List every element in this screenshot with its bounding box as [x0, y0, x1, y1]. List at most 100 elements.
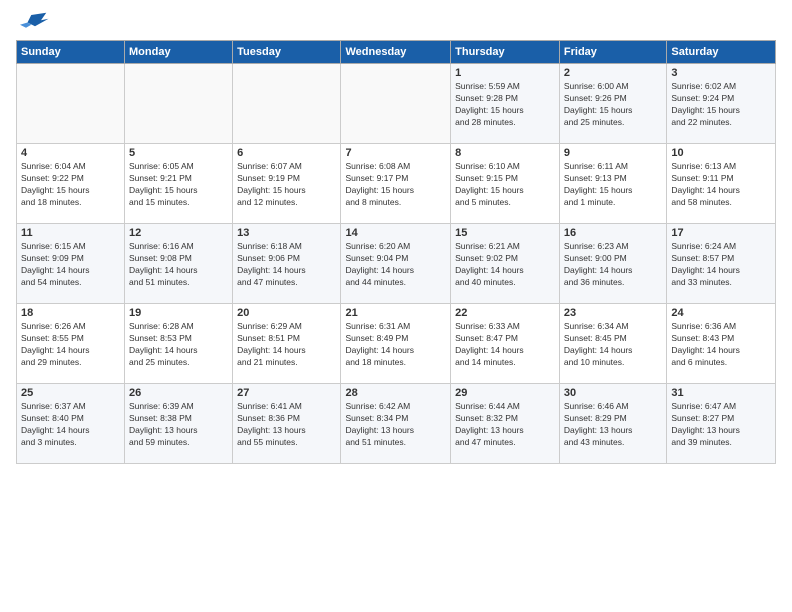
day-number: 30 [564, 387, 662, 399]
day-number: 11 [21, 227, 120, 239]
logo [20, 10, 50, 35]
day-info: Sunrise: 6:05 AMSunset: 9:21 PMDaylight:… [129, 161, 228, 209]
calendar-cell: 29 Sunrise: 6:44 AMSunset: 8:32 PMDayligh… [451, 384, 560, 464]
day-info: Sunrise: 6:20 AMSunset: 9:04 PMDaylight:… [345, 241, 446, 289]
day-info: Sunrise: 6:04 AMSunset: 9:22 PMDaylight:… [21, 161, 120, 209]
day-number: 9 [564, 147, 662, 159]
calendar-cell: 19 Sunrise: 6:28 AMSunset: 8:53 PMDayligh… [125, 304, 233, 384]
day-number: 29 [455, 387, 555, 399]
day-number: 20 [237, 307, 336, 319]
calendar-cell [125, 64, 233, 144]
day-info: Sunrise: 5:59 AMSunset: 9:28 PMDaylight:… [455, 81, 555, 129]
day-info: Sunrise: 6:10 AMSunset: 9:15 PMDaylight:… [455, 161, 555, 209]
calendar-week-0: 1 Sunrise: 5:59 AMSunset: 9:28 PMDaylight… [17, 64, 776, 144]
calendar-cell: 2 Sunrise: 6:00 AMSunset: 9:26 PMDaylight… [559, 64, 666, 144]
calendar-cell: 30 Sunrise: 6:46 AMSunset: 8:29 PMDayligh… [559, 384, 666, 464]
calendar-cell: 7 Sunrise: 6:08 AMSunset: 9:17 PMDaylight… [341, 144, 451, 224]
day-info: Sunrise: 6:46 AMSunset: 8:29 PMDaylight:… [564, 401, 662, 449]
day-number: 6 [237, 147, 336, 159]
day-number: 5 [129, 147, 228, 159]
day-number: 16 [564, 227, 662, 239]
day-info: Sunrise: 6:23 AMSunset: 9:00 PMDaylight:… [564, 241, 662, 289]
day-info: Sunrise: 6:36 AMSunset: 8:43 PMDaylight:… [671, 321, 771, 369]
calendar-cell: 17Sunrise: 6:24 AMSunset: 8:57 PMDayligh… [667, 224, 776, 304]
day-number: 22 [455, 307, 555, 319]
day-number: 13 [237, 227, 336, 239]
calendar-wrapper: SundayMondayTuesdayWednesdayThursdayFrid… [0, 40, 792, 464]
page-header [0, 0, 792, 40]
calendar-week-2: 11 Sunrise: 6:15 AMSunset: 9:09 PMDayligh… [17, 224, 776, 304]
day-info: Sunrise: 6:42 AMSunset: 8:34 PMDaylight:… [345, 401, 446, 449]
day-info: Sunrise: 6:15 AMSunset: 9:09 PMDaylight:… [21, 241, 120, 289]
calendar-cell: 18Sunrise: 6:26 AMSunset: 8:55 PMDayligh… [17, 304, 125, 384]
day-info: Sunrise: 6:34 AMSunset: 8:45 PMDaylight:… [564, 321, 662, 369]
day-number: 7 [345, 147, 446, 159]
calendar-cell [17, 64, 125, 144]
calendar-cell: 27Sunrise: 6:41 AMSunset: 8:36 PMDayligh… [233, 384, 341, 464]
calendar-cell: 9 Sunrise: 6:11 AMSunset: 9:13 PMDaylight… [559, 144, 666, 224]
calendar-cell: 20 Sunrise: 6:29 AMSunset: 8:51 PMDayligh… [233, 304, 341, 384]
col-header-wednesday: Wednesday [341, 41, 451, 64]
day-number: 18 [21, 307, 120, 319]
day-number: 4 [21, 147, 120, 159]
calendar-cell: 8 Sunrise: 6:10 AMSunset: 9:15 PMDaylight… [451, 144, 560, 224]
day-number: 3 [671, 67, 771, 79]
col-header-thursday: Thursday [451, 41, 560, 64]
day-number: 31 [671, 387, 771, 399]
calendar-cell: 10 Sunrise: 6:13 AMSunset: 9:11 PMDayligh… [667, 144, 776, 224]
calendar-table: SundayMondayTuesdayWednesdayThursdayFrid… [16, 40, 776, 464]
day-info: Sunrise: 6:16 AMSunset: 9:08 PMDaylight:… [129, 241, 228, 289]
day-info: Sunrise: 6:08 AMSunset: 9:17 PMDaylight:… [345, 161, 446, 209]
day-number: 14 [345, 227, 446, 239]
day-number: 1 [455, 67, 555, 79]
day-number: 10 [671, 147, 771, 159]
day-info: Sunrise: 6:29 AMSunset: 8:51 PMDaylight:… [237, 321, 336, 369]
calendar-cell: 1 Sunrise: 5:59 AMSunset: 9:28 PMDaylight… [451, 64, 560, 144]
day-number: 8 [455, 147, 555, 159]
day-info: Sunrise: 6:13 AMSunset: 9:11 PMDaylight:… [671, 161, 771, 209]
day-info: Sunrise: 6:18 AMSunset: 9:06 PMDaylight:… [237, 241, 336, 289]
calendar-cell: 16 Sunrise: 6:23 AMSunset: 9:00 PMDayligh… [559, 224, 666, 304]
day-info: Sunrise: 6:44 AMSunset: 8:32 PMDaylight:… [455, 401, 555, 449]
day-info: Sunrise: 6:37 AMSunset: 8:40 PMDaylight:… [21, 401, 120, 449]
col-header-friday: Friday [559, 41, 666, 64]
col-header-sunday: Sunday [17, 41, 125, 64]
calendar-cell: 24Sunrise: 6:36 AMSunset: 8:43 PMDayligh… [667, 304, 776, 384]
calendar-cell [341, 64, 451, 144]
day-info: Sunrise: 6:02 AMSunset: 9:24 PMDaylight:… [671, 81, 771, 129]
day-info: Sunrise: 6:07 AMSunset: 9:19 PMDaylight:… [237, 161, 336, 209]
day-info: Sunrise: 6:41 AMSunset: 8:36 PMDaylight:… [237, 401, 336, 449]
calendar-header-row: SundayMondayTuesdayWednesdayThursdayFrid… [17, 41, 776, 64]
day-info: Sunrise: 6:00 AMSunset: 9:26 PMDaylight:… [564, 81, 662, 129]
calendar-cell: 26Sunrise: 6:39 AMSunset: 8:38 PMDayligh… [125, 384, 233, 464]
calendar-cell: 5 Sunrise: 6:05 AMSunset: 9:21 PMDaylight… [125, 144, 233, 224]
calendar-cell [233, 64, 341, 144]
calendar-week-1: 4 Sunrise: 6:04 AMSunset: 9:22 PMDaylight… [17, 144, 776, 224]
calendar-week-4: 25Sunrise: 6:37 AMSunset: 8:40 PMDayligh… [17, 384, 776, 464]
day-number: 26 [129, 387, 228, 399]
calendar-cell: 23 Sunrise: 6:34 AMSunset: 8:45 PMDayligh… [559, 304, 666, 384]
day-number: 23 [564, 307, 662, 319]
day-info: Sunrise: 6:47 AMSunset: 8:27 PMDaylight:… [671, 401, 771, 449]
col-header-monday: Monday [125, 41, 233, 64]
day-number: 2 [564, 67, 662, 79]
day-number: 12 [129, 227, 228, 239]
day-info: Sunrise: 6:24 AMSunset: 8:57 PMDaylight:… [671, 241, 771, 289]
col-header-tuesday: Tuesday [233, 41, 341, 64]
day-number: 19 [129, 307, 228, 319]
calendar-cell: 6 Sunrise: 6:07 AMSunset: 9:19 PMDaylight… [233, 144, 341, 224]
calendar-cell: 15 Sunrise: 6:21 AMSunset: 9:02 PMDayligh… [451, 224, 560, 304]
calendar-cell: 25Sunrise: 6:37 AMSunset: 8:40 PMDayligh… [17, 384, 125, 464]
calendar-cell: 31 Sunrise: 6:47 AMSunset: 8:27 PMDayligh… [667, 384, 776, 464]
day-info: Sunrise: 6:31 AMSunset: 8:49 PMDaylight:… [345, 321, 446, 369]
calendar-cell: 12 Sunrise: 6:16 AMSunset: 9:08 PMDayligh… [125, 224, 233, 304]
day-number: 21 [345, 307, 446, 319]
day-info: Sunrise: 6:11 AMSunset: 9:13 PMDaylight:… [564, 161, 662, 209]
calendar-cell: 22Sunrise: 6:33 AMSunset: 8:47 PMDayligh… [451, 304, 560, 384]
day-info: Sunrise: 6:28 AMSunset: 8:53 PMDaylight:… [129, 321, 228, 369]
logo-icon [20, 10, 50, 35]
day-number: 15 [455, 227, 555, 239]
calendar-week-3: 18Sunrise: 6:26 AMSunset: 8:55 PMDayligh… [17, 304, 776, 384]
day-info: Sunrise: 6:21 AMSunset: 9:02 PMDaylight:… [455, 241, 555, 289]
calendar-cell: 21 Sunrise: 6:31 AMSunset: 8:49 PMDayligh… [341, 304, 451, 384]
